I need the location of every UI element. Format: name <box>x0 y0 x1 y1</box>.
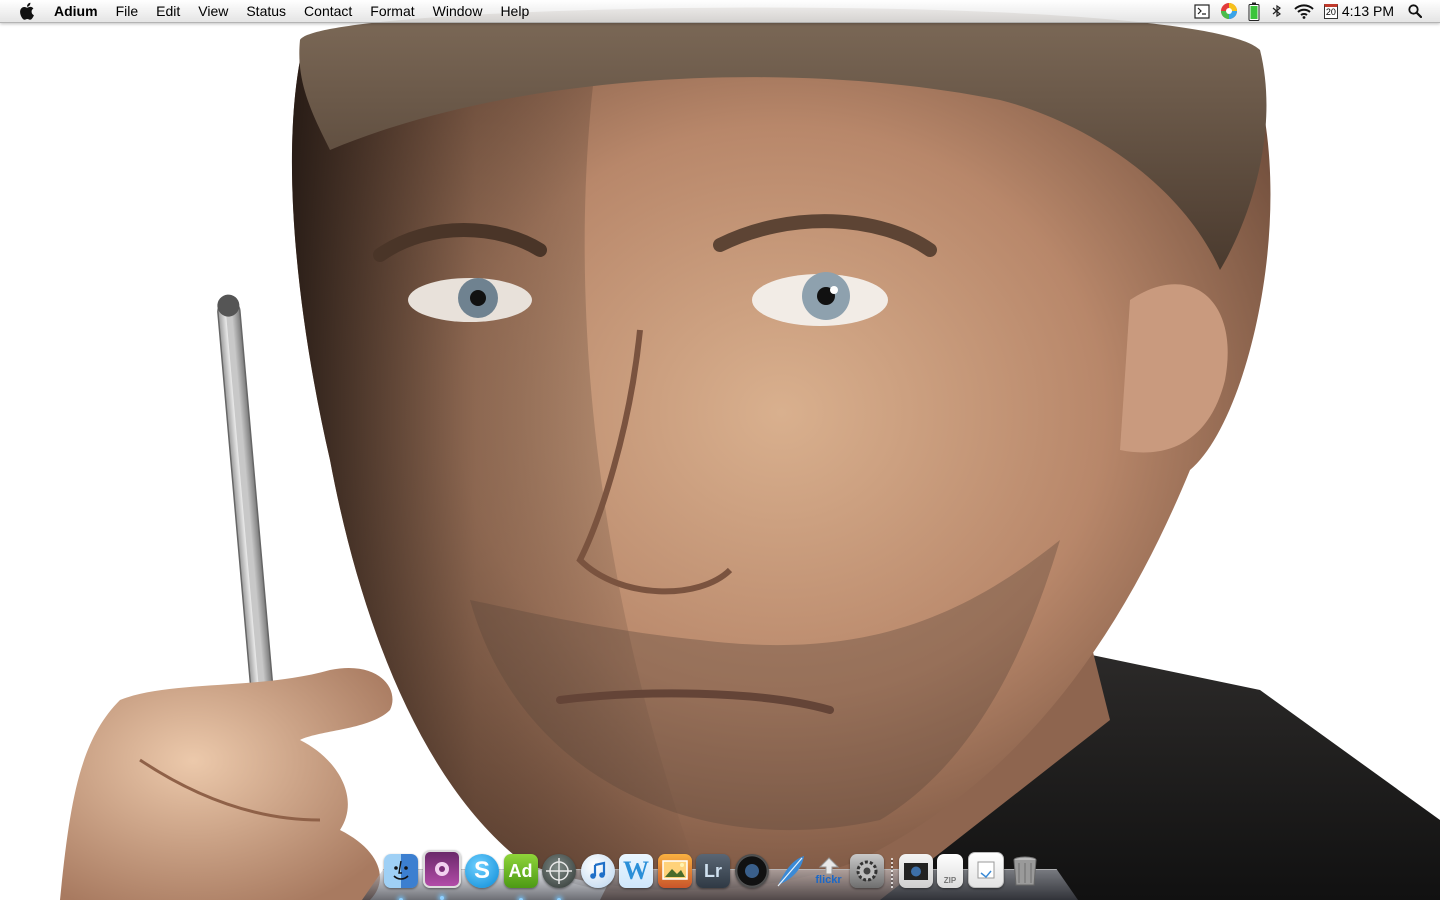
calendar-day: 20 <box>1323 3 1338 19</box>
bluetooth-icon[interactable] <box>1270 0 1284 22</box>
spotlight-search-icon[interactable] <box>1408 0 1422 22</box>
dock-icons: S Ad W Lr flickr ZIP <box>384 850 1047 900</box>
itunes-icon[interactable] <box>580 854 615 888</box>
adium-label: Ad <box>508 860 533 881</box>
script-editor-icon[interactable] <box>1194 0 1210 22</box>
menu-bar: Adium File Edit View Status Contact Form… <box>0 0 1440 23</box>
menu-edit[interactable]: Edit <box>147 0 189 22</box>
finder-icon[interactable] <box>384 854 418 900</box>
dock: S Ad W Lr flickr ZIP <box>362 846 1078 900</box>
documents-stack-icon[interactable] <box>967 852 1004 888</box>
portrait-photo <box>0 0 1440 900</box>
menu-bar-extras: 20 4:13 PM <box>1184 0 1440 22</box>
color-picker-icon[interactable] <box>1220 0 1238 22</box>
calendar-icon[interactable]: 20 <box>1323 0 1338 22</box>
feather-icon[interactable] <box>773 854 807 888</box>
menu-format[interactable]: Format <box>361 0 423 22</box>
menu-view[interactable]: View <box>189 0 237 22</box>
wifi-icon[interactable] <box>1294 0 1314 22</box>
dock-separator <box>890 858 893 888</box>
trash-icon[interactable] <box>1008 854 1042 888</box>
menu-bar-left: Adium File Edit View Status Contact Form… <box>0 0 538 22</box>
skype-letter: S <box>473 857 490 884</box>
skype-icon[interactable]: S <box>465 854 499 888</box>
apple-logo-icon[interactable] <box>18 0 38 22</box>
menu-window[interactable]: Window <box>424 0 492 22</box>
crosshair-icon[interactable] <box>542 854 576 900</box>
running-indicator <box>439 896 444 900</box>
menu-file[interactable]: File <box>107 0 148 22</box>
menu-help[interactable]: Help <box>491 0 538 22</box>
menu-clock[interactable]: 4:13 PM <box>1342 0 1394 22</box>
app-menu-adium[interactable]: Adium <box>54 0 107 22</box>
lightroom-label: Lr <box>704 860 722 881</box>
lightroom-icon[interactable]: Lr <box>696 854 730 888</box>
screenshot-folder-icon[interactable] <box>898 854 933 888</box>
flickr-label: flickr <box>815 873 842 886</box>
battery-icon[interactable] <box>1248 0 1260 22</box>
w-icon[interactable]: W <box>619 854 653 888</box>
iphoto-icon[interactable] <box>657 854 692 888</box>
adium-icon[interactable]: Ad <box>503 854 538 900</box>
zip-label: ZIP <box>943 876 957 885</box>
menu-status[interactable]: Status <box>237 0 295 22</box>
menu-contact[interactable]: Contact <box>295 0 361 22</box>
photo-booth-icon[interactable] <box>422 850 461 900</box>
system-preferences-icon[interactable] <box>850 854 884 888</box>
zip-file-icon[interactable]: ZIP <box>937 854 963 888</box>
aperture-lens-icon[interactable] <box>734 854 769 888</box>
desktop-wallpaper <box>0 0 1440 900</box>
flickr-upload-icon[interactable]: flickr <box>812 854 846 888</box>
w-letter: W <box>623 856 649 885</box>
